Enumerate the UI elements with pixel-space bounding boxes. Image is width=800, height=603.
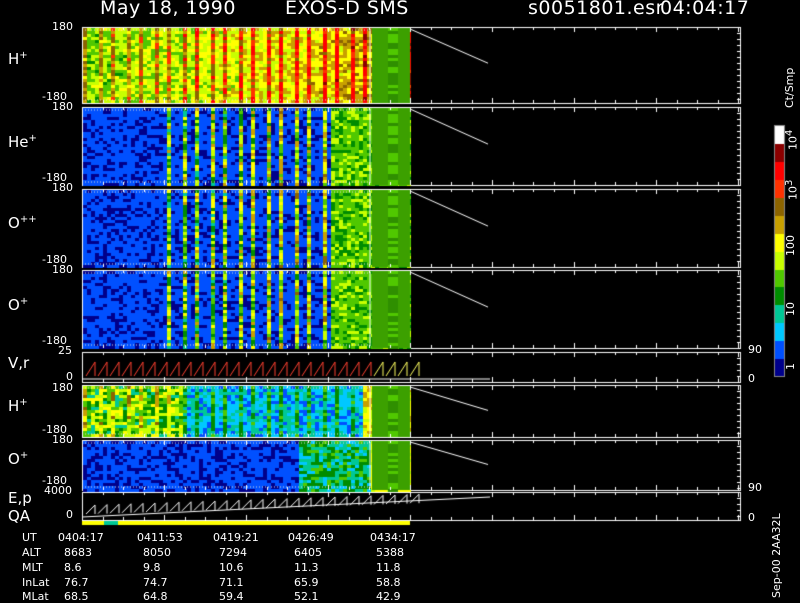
colorbar-tick-10000: 104 xyxy=(784,129,800,150)
y-max-4: 180 xyxy=(52,263,73,276)
colorbar-tick-10: 10 xyxy=(784,302,797,316)
vr-right-bottom: 0 xyxy=(748,372,755,385)
panel-label-h-plus-2: H+ xyxy=(8,397,28,415)
header-mission: EXOS-D SMS xyxy=(285,0,409,19)
panel-label-o-plus-plus: O++ xyxy=(8,214,37,232)
ephemeris-value: 76.7 xyxy=(64,576,89,589)
colorbar-unit: Ct/Smp xyxy=(783,67,796,108)
ephemeris-value: 0434:17 xyxy=(370,531,416,544)
vr-right-top: 90 xyxy=(748,343,762,356)
y-max-1: 180 xyxy=(52,20,73,33)
ephemeris-row-label: MLT xyxy=(22,561,43,574)
spectrogram-canvas xyxy=(0,0,800,600)
ephemeris-value: 71.1 xyxy=(219,576,244,589)
colorbar-tick-100: 100 xyxy=(784,235,797,256)
panel-label-h-plus-1: H+ xyxy=(8,50,28,68)
y-max-6: 180 xyxy=(52,381,73,394)
ephemeris-value: 5388 xyxy=(376,546,404,559)
ephemeris-value: 52.1 xyxy=(294,590,319,603)
ephemeris-value: 64.8 xyxy=(143,590,168,603)
ephemeris-row-label: ALT xyxy=(22,546,41,559)
colorbar-tick-1000: 103 xyxy=(784,179,800,200)
ephemeris-value: 7294 xyxy=(219,546,247,559)
ephemeris-row-label: UT xyxy=(22,531,37,544)
ephemeris-value: 6405 xyxy=(294,546,322,559)
ep-right-bottom: 0 xyxy=(748,511,755,524)
panel-label-ep: E,p xyxy=(8,489,32,507)
ephemeris-value: 10.6 xyxy=(219,561,244,574)
y-max-8: 4000 xyxy=(44,484,72,497)
ephemeris-value: 8.6 xyxy=(64,561,82,574)
ephemeris-row-label: MLat xyxy=(22,590,49,603)
ephemeris-value: 0404:17 xyxy=(58,531,104,544)
ephemeris-value: 8050 xyxy=(143,546,171,559)
ephemeris-value: 11.3 xyxy=(294,561,319,574)
y-max-7: 180 xyxy=(52,433,73,446)
panel-label-vr: V,r xyxy=(8,354,30,372)
ephemeris-value: 65.9 xyxy=(294,576,319,589)
ephemeris-value: 11.8 xyxy=(376,561,401,574)
ephemeris-value: 42.9 xyxy=(376,590,401,603)
panel-label-he-plus: He+ xyxy=(8,133,37,151)
header-file: s0051801.esr xyxy=(528,0,664,19)
ephemeris-value: 68.5 xyxy=(64,590,89,603)
ep-right-top: 90 xyxy=(748,481,762,494)
panel-label-qa: QA xyxy=(8,507,31,525)
header-time: 04:04:17 xyxy=(660,0,750,19)
y-max-5: 25 xyxy=(58,344,72,357)
panel-label-o-plus-1: O+ xyxy=(8,296,29,314)
footer-stamp: Sep-00 2AA32L xyxy=(770,513,783,598)
ephemeris-row-label: InLat xyxy=(22,576,50,589)
ephemeris-value: 8683 xyxy=(64,546,92,559)
header-date: May 18, 1990 xyxy=(100,0,236,19)
ephemeris-value: 0419:21 xyxy=(213,531,259,544)
ephemeris-value: 59.4 xyxy=(219,590,244,603)
colorbar-tick-1: 1 xyxy=(784,363,797,370)
ephemeris-value: 0426:49 xyxy=(288,531,334,544)
ephemeris-value: 74.7 xyxy=(143,576,168,589)
ephemeris-value: 0411:53 xyxy=(137,531,183,544)
y-max-2: 180 xyxy=(52,100,73,113)
y-max-3: 180 xyxy=(52,181,73,194)
ephemeris-value: 58.8 xyxy=(376,576,401,589)
y-min-8: 0 xyxy=(66,508,73,521)
panel-label-o-plus-2: O+ xyxy=(8,450,29,468)
ephemeris-value: 9.8 xyxy=(143,561,161,574)
